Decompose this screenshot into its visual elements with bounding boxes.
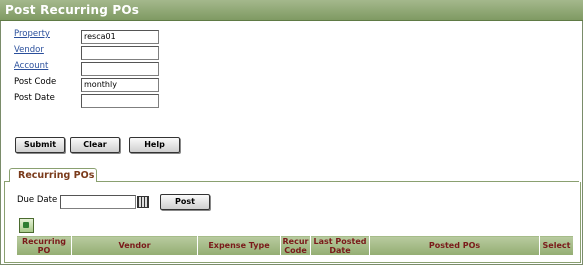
due-date-label: Due Date (17, 195, 58, 205)
vendor-field[interactable] (81, 46, 159, 60)
col-recur-code[interactable]: Recur Code (280, 235, 311, 256)
due-date-field[interactable] (60, 195, 136, 209)
submit-button[interactable]: Submit (15, 137, 65, 153)
page-title: Post Recurring POs (5, 3, 140, 17)
post-date-label: Post Date (14, 93, 55, 103)
recurring-po-table: Recurring PO Vendor Expense Type Recur C… (16, 235, 574, 256)
post-button[interactable]: Post (160, 194, 210, 210)
post-code-label: Post Code (14, 77, 57, 87)
property-field[interactable] (81, 30, 159, 44)
tab-recurring-pos[interactable]: Recurring POs (9, 168, 97, 183)
account-field[interactable] (81, 62, 159, 76)
col-recurring-po[interactable]: Recurring PO (16, 235, 72, 256)
col-last-posted-date[interactable]: Last Posted Date (310, 235, 370, 256)
tab-label: Recurring POs (18, 170, 95, 181)
excel-export-icon[interactable] (19, 218, 34, 233)
post-date-field[interactable] (81, 94, 159, 108)
property-link[interactable]: Property (14, 29, 50, 39)
col-select[interactable]: Select (539, 235, 574, 256)
col-vendor[interactable]: Vendor (71, 235, 198, 256)
post-code-field[interactable] (81, 78, 159, 92)
help-button[interactable]: Help (129, 137, 180, 153)
col-posted-pos[interactable]: Posted POs (369, 235, 540, 256)
clear-button[interactable]: Clear (70, 137, 120, 153)
account-link[interactable]: Account (14, 61, 48, 71)
calendar-icon[interactable] (137, 196, 149, 208)
vendor-link[interactable]: Vendor (14, 45, 44, 55)
title-bar: Post Recurring POs (0, 0, 583, 21)
table-header-row: Recurring PO Vendor Expense Type Recur C… (16, 235, 574, 256)
col-expense-type[interactable]: Expense Type (197, 235, 281, 256)
